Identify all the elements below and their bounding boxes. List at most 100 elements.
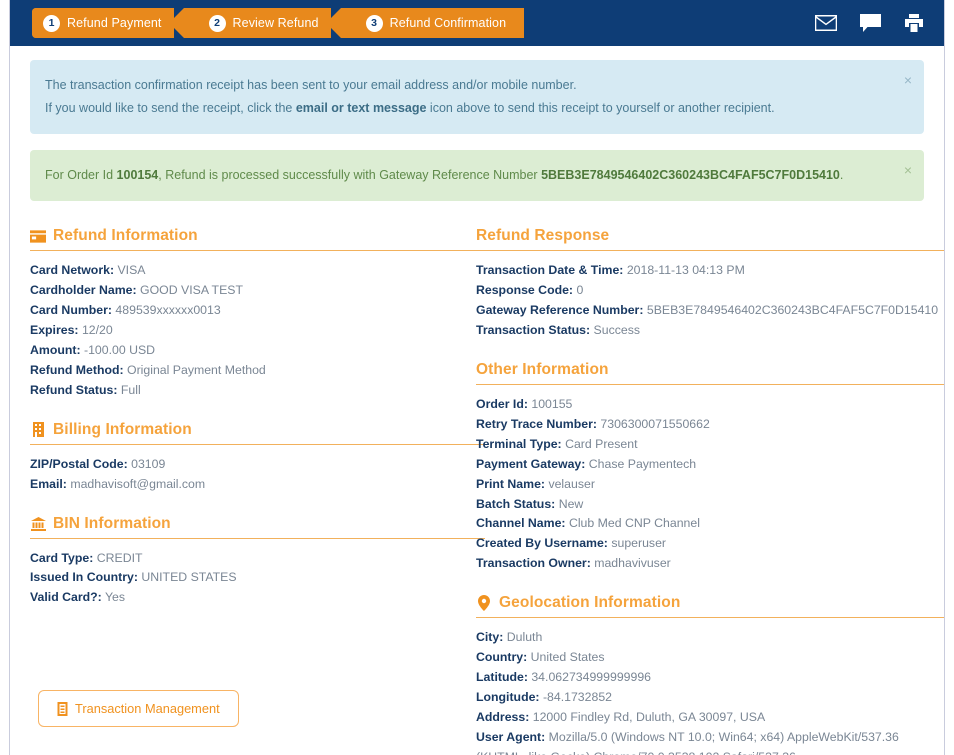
- detail-value: 2018-11-13 04:13 PM: [627, 263, 745, 277]
- print-icon[interactable]: [902, 11, 926, 35]
- detail-row: Retry Trace Number: 7306300071550662: [476, 415, 945, 435]
- section-billing-information: Billing Information ZIP/Postal Code: 031…: [30, 421, 466, 509]
- detail-value: 489539xxxxxx0013: [115, 303, 220, 317]
- success-alert-order-id: 100154: [117, 168, 159, 182]
- step-number: 2: [209, 15, 226, 32]
- detail-value: 03109: [131, 457, 165, 471]
- info-alert-line-2: If you would like to send the receipt, c…: [45, 97, 890, 120]
- detail-label: Card Number:: [30, 303, 112, 317]
- step-refund-confirmation[interactable]: 3 Refund Confirmation: [357, 8, 525, 38]
- detail-value: Club Med CNP Channel: [569, 516, 700, 530]
- success-alert-mid: , Refund is processed successfully with …: [158, 168, 541, 182]
- detail-value: GOOD VISA TEST: [140, 283, 243, 297]
- section-header: Refund Information: [30, 227, 466, 250]
- detail-label: Latitude:: [476, 670, 528, 684]
- section-header: Geolocation Information: [476, 594, 945, 617]
- section-divider: [476, 617, 945, 618]
- detail-row: Valid Card?: Yes: [30, 588, 466, 608]
- success-alert-close-icon[interactable]: ×: [904, 163, 912, 177]
- section-divider: [30, 250, 485, 251]
- detail-label: Amount:: [30, 343, 81, 357]
- detail-value: Chase Paymentech: [589, 457, 696, 471]
- detail-label: Transaction Owner:: [476, 556, 591, 570]
- billing-information-list: ZIP/Postal Code: 03109 Email: madhavisof…: [30, 455, 466, 509]
- section-divider: [30, 538, 485, 539]
- detail-row: Transaction Owner: madhavivuser: [476, 554, 945, 574]
- detail-value: Full: [121, 383, 141, 397]
- section-header: Billing Information: [30, 421, 466, 444]
- step-number: 1: [43, 15, 60, 32]
- step-number: 3: [366, 15, 383, 32]
- detail-label: Card Network:: [30, 263, 114, 277]
- geolocation-information-list: City: Duluth Country: United States Lati…: [476, 628, 945, 755]
- detail-label: Refund Method:: [30, 363, 124, 377]
- detail-row: User Agent: Mozilla/5.0 (Windows NT 10.0…: [476, 728, 945, 755]
- detail-value: velauser: [548, 477, 594, 491]
- other-information-list: Order Id: 100155 Retry Trace Number: 730…: [476, 395, 945, 588]
- detail-label: Address:: [476, 710, 529, 724]
- step-review-refund[interactable]: 2 Review Refund: [200, 8, 331, 38]
- detail-value: Yes: [105, 590, 125, 604]
- building-icon: [30, 422, 46, 438]
- detail-label: Payment Gateway:: [476, 457, 585, 471]
- right-column: Refund Response Transaction Date & Time:…: [476, 227, 945, 755]
- text-message-icon[interactable]: [858, 11, 882, 35]
- detail-label: ZIP/Postal Code:: [30, 457, 128, 471]
- section-divider: [30, 444, 485, 445]
- section-title: Billing Information: [53, 421, 192, 439]
- step-separator-icon: [174, 8, 200, 38]
- success-alert: For Order Id 100154, Refund is processed…: [30, 150, 924, 201]
- detail-label: Card Type:: [30, 551, 93, 565]
- refund-response-list: Transaction Date & Time: 2018-11-13 04:1…: [476, 261, 945, 355]
- detail-label: Channel Name:: [476, 516, 566, 530]
- info-alert-line-1: The transaction confirmation receipt has…: [45, 74, 890, 97]
- detail-value: -100.00 USD: [84, 343, 155, 357]
- detail-row: Refund Method: Original Payment Method: [30, 361, 466, 381]
- section-title: Refund Information: [53, 227, 198, 245]
- detail-row: Transaction Status: Success: [476, 321, 945, 341]
- detail-value: madhavivuser: [594, 556, 671, 570]
- step-refund-payment[interactable]: 1 Refund Payment: [32, 8, 174, 38]
- section-header: BIN Information: [30, 515, 466, 538]
- detail-row: Cardholder Name: GOOD VISA TEST: [30, 281, 466, 301]
- detail-row: Order Id: 100155: [476, 395, 945, 415]
- detail-row: Refund Status: Full: [30, 381, 466, 401]
- detail-value: United States: [531, 650, 605, 664]
- section-title: Geolocation Information: [499, 594, 680, 612]
- detail-value: 12/20: [82, 323, 113, 337]
- progress-stepper: 1 Refund Payment 2 Review Refund 3 Refun…: [32, 8, 524, 38]
- detail-value: Card Present: [565, 437, 637, 451]
- transaction-management-button[interactable]: Transaction Management: [38, 690, 239, 727]
- info-alert-line-2-post: icon above to send this receipt to yours…: [426, 101, 774, 115]
- detail-label: City:: [476, 630, 503, 644]
- section-divider: [476, 250, 945, 251]
- detail-value: 0: [576, 283, 583, 297]
- info-alert: The transaction confirmation receipt has…: [30, 60, 924, 134]
- detail-label: User Agent:: [476, 730, 545, 744]
- map-pin-icon: [476, 595, 492, 611]
- section-title: BIN Information: [53, 515, 171, 533]
- detail-value: -84.1732852: [543, 690, 612, 704]
- section-other-information: Other Information Order Id: 100155 Retry…: [476, 361, 945, 588]
- clipboard-list-icon: [57, 702, 68, 716]
- detail-label: Valid Card?:: [30, 590, 102, 604]
- detail-row: Print Name: velauser: [476, 475, 945, 495]
- info-alert-close-icon[interactable]: ×: [904, 73, 912, 87]
- step-label: Refund Payment: [67, 16, 162, 30]
- section-refund-information: Refund Information Card Network: VISA Ca…: [30, 227, 466, 414]
- detail-row: Latitude: 34.062734999999996: [476, 668, 945, 688]
- detail-row: Country: United States: [476, 648, 945, 668]
- detail-label: Expires:: [30, 323, 79, 337]
- success-alert-gateway-ref: 5BEB3E7849546402C360243BC4FAF5C7F0D15410: [541, 168, 840, 182]
- page-root: 1 Refund Payment 2 Review Refund 3 Refun…: [9, 0, 945, 755]
- detail-label: Created By Username:: [476, 536, 608, 550]
- email-icon[interactable]: [814, 11, 838, 35]
- detail-label: Retry Trace Number:: [476, 417, 597, 431]
- detail-row: Channel Name: Club Med CNP Channel: [476, 514, 945, 534]
- detail-label: Email:: [30, 477, 67, 491]
- detail-label: Country:: [476, 650, 527, 664]
- detail-row: Email: madhavisoft@gmail.com: [30, 475, 466, 495]
- detail-label: Gateway Reference Number:: [476, 303, 643, 317]
- detail-row: Gateway Reference Number: 5BEB3E78495464…: [476, 301, 945, 321]
- section-header: Other Information: [476, 361, 945, 384]
